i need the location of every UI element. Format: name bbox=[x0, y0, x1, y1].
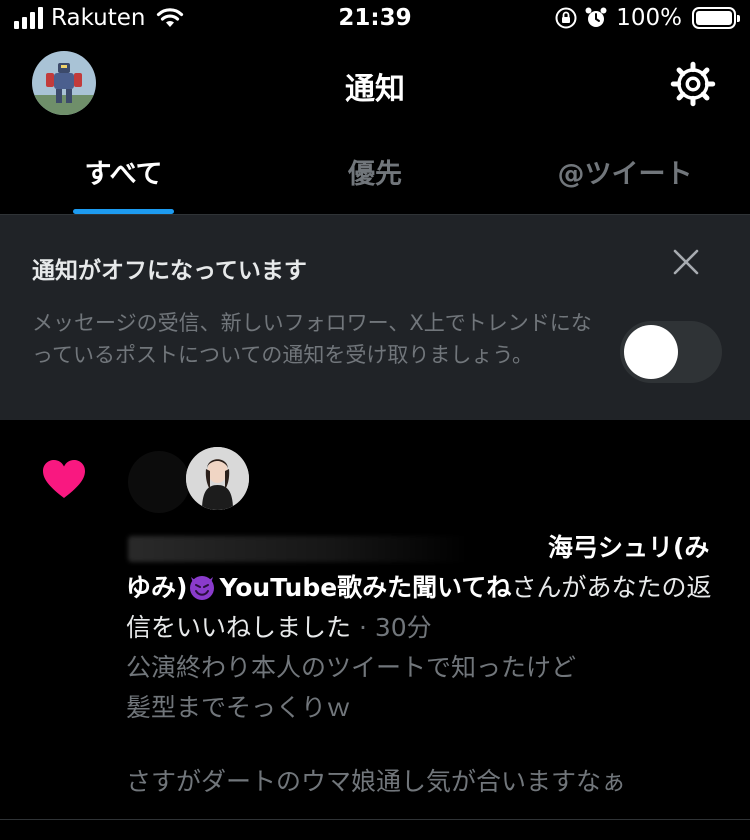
user-avatar[interactable] bbox=[186, 447, 249, 510]
quote-gap bbox=[126, 728, 726, 762]
notifications-off-banner: 通知がオフになっています メッセージの受信、新しいフォロワー、X上でトレンドにな… bbox=[0, 215, 750, 420]
close-icon[interactable] bbox=[670, 246, 702, 278]
orientation-lock-icon bbox=[555, 7, 577, 29]
tab-bar: すべて 優先 @ツイート bbox=[0, 138, 750, 216]
banner-title: 通知がオフになっています bbox=[32, 258, 307, 284]
tab-priority[interactable]: 優先 bbox=[324, 152, 426, 191]
page-title: 通知 bbox=[345, 72, 405, 107]
notifications-toggle[interactable] bbox=[620, 321, 722, 383]
user-name-suffix[interactable]: YouTube歌みた聞いてね bbox=[219, 573, 511, 602]
quote-line: 髪型までそっくりｗ bbox=[126, 693, 352, 722]
quoted-reply[interactable]: 公演終わり本人のツイートで知ったけど 髪型までそっくりｗ さすがダートのウマ娘通… bbox=[126, 648, 726, 802]
quote-line: さすがダートのウマ娘通し気が合いますなぁ bbox=[126, 767, 627, 796]
banner-description: メッセージの受信、新しいフォロワー、X上でトレンドになっているポストについての通… bbox=[32, 311, 592, 367]
blurred-avatar bbox=[128, 451, 190, 513]
heart-icon bbox=[43, 460, 85, 498]
user-photo-icon bbox=[186, 447, 249, 510]
tab-mentions[interactable]: @ツイート bbox=[540, 152, 710, 191]
notification-time: · 30分 bbox=[358, 613, 432, 642]
status-bar: Rakuten 21:39 100% bbox=[0, 0, 750, 40]
notification-text: 海弓シュリ(みゆみ) YouTube歌みた聞いてねさんがあなたの返信をいいねしま… bbox=[126, 528, 726, 648]
toggle-knob bbox=[624, 325, 678, 379]
quote-line: 公演終わり本人のツイートで知ったけど bbox=[126, 653, 577, 682]
item-divider bbox=[0, 819, 750, 820]
smiling-devil-emoji-icon bbox=[190, 576, 215, 600]
battery-percentage: 100% bbox=[616, 5, 682, 31]
status-right: 100% bbox=[554, 5, 740, 31]
battery-icon bbox=[692, 7, 740, 29]
alarm-icon bbox=[585, 7, 607, 27]
tab-all[interactable]: すべて bbox=[73, 152, 174, 191]
gear-icon[interactable] bbox=[670, 61, 716, 107]
